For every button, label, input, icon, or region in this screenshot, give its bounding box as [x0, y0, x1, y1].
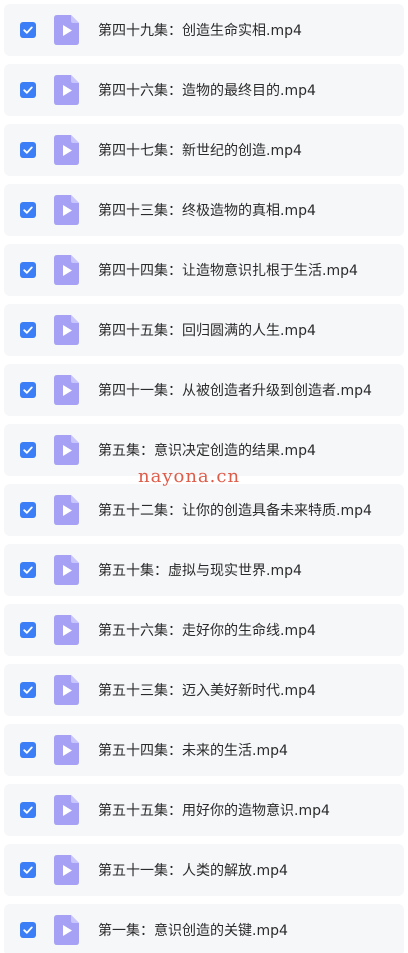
file-row[interactable]: 第四十四集：让造物意识扎根于生活.mp4 — [4, 244, 404, 296]
file-checkbox[interactable] — [20, 862, 36, 878]
file-checkbox[interactable] — [20, 442, 36, 458]
check-icon — [23, 386, 33, 394]
file-checkbox[interactable] — [20, 22, 36, 38]
video-file-icon — [54, 795, 79, 825]
video-file-icon — [54, 135, 79, 165]
file-row[interactable]: 第四十九集：创造生命实相.mp4 — [4, 4, 404, 56]
file-checkbox[interactable] — [20, 742, 36, 758]
file-checkbox[interactable] — [20, 502, 36, 518]
video-file-icon — [54, 495, 79, 525]
check-icon — [23, 866, 33, 874]
file-row[interactable]: 第五十集：虚拟与现实世界.mp4 — [4, 544, 404, 596]
file-name: 第五十一集：人类的解放.mp4 — [98, 863, 288, 879]
file-row[interactable]: 第五十一集：人类的解放.mp4 — [4, 844, 404, 896]
file-name: 第五十集：虚拟与现实世界.mp4 — [98, 563, 302, 579]
file-name: 第四十五集：回归圆满的人生.mp4 — [98, 323, 316, 339]
check-icon — [23, 86, 33, 94]
file-checkbox[interactable] — [20, 682, 36, 698]
check-icon — [23, 326, 33, 334]
check-icon — [23, 26, 33, 34]
check-icon — [23, 146, 33, 154]
check-icon — [23, 266, 33, 274]
file-name: 第四十七集：新世纪的创造.mp4 — [98, 143, 302, 159]
file-row[interactable]: 第一集：意识创造的关键.mp4 — [4, 904, 404, 953]
file-checkbox[interactable] — [20, 622, 36, 638]
check-icon — [23, 746, 33, 754]
file-row[interactable]: 第四十五集：回归圆满的人生.mp4 — [4, 304, 404, 356]
file-name: 第五十四集：未来的生活.mp4 — [98, 743, 288, 759]
file-name: 第四十一集：从被创造者升级到创造者.mp4 — [98, 383, 372, 399]
check-icon — [23, 686, 33, 694]
video-file-icon — [54, 735, 79, 765]
file-row[interactable]: 第四十七集：新世纪的创造.mp4 — [4, 124, 404, 176]
file-checkbox[interactable] — [20, 82, 36, 98]
video-file-icon — [54, 675, 79, 705]
file-checkbox[interactable] — [20, 562, 36, 578]
file-checkbox[interactable] — [20, 802, 36, 818]
check-icon — [23, 446, 33, 454]
file-checkbox[interactable] — [20, 142, 36, 158]
video-file-icon — [54, 375, 79, 405]
file-list: 第四十九集：创造生命实相.mp4 第四十六集：造物的最终目的.mp4 第四十七集：新… — [0, 0, 408, 953]
file-name: 第一集：意识创造的关键.mp4 — [98, 923, 288, 939]
file-name: 第五集：意识决定创造的结果.mp4 — [98, 443, 316, 459]
file-checkbox[interactable] — [20, 922, 36, 938]
file-name: 第四十六集：造物的最终目的.mp4 — [98, 83, 316, 99]
check-icon — [23, 206, 33, 214]
file-checkbox[interactable] — [20, 382, 36, 398]
video-file-icon — [54, 555, 79, 585]
file-name: 第五十五集：用好你的造物意识.mp4 — [98, 803, 330, 819]
video-file-icon — [54, 855, 79, 885]
check-icon — [23, 506, 33, 514]
file-row[interactable]: 第五十三集：迈入美好新时代.mp4 — [4, 664, 404, 716]
file-checkbox[interactable] — [20, 322, 36, 338]
video-file-icon — [54, 195, 79, 225]
file-row[interactable]: 第五十四集：未来的生活.mp4 — [4, 724, 404, 776]
video-file-icon — [54, 15, 79, 45]
file-checkbox[interactable] — [20, 202, 36, 218]
file-name: 第五十六集：走好你的生命线.mp4 — [98, 623, 316, 639]
file-name: 第五十三集：迈入美好新时代.mp4 — [98, 683, 316, 699]
file-row[interactable]: 第四十三集：终极造物的真相.mp4 — [4, 184, 404, 236]
video-file-icon — [54, 315, 79, 345]
video-file-icon — [54, 615, 79, 645]
check-icon — [23, 806, 33, 814]
file-row[interactable]: 第四十一集：从被创造者升级到创造者.mp4 — [4, 364, 404, 416]
file-name: 第四十九集：创造生命实相.mp4 — [98, 23, 302, 39]
file-row[interactable]: 第五十二集：让你的创造具备未来特质.mp4 — [4, 484, 404, 536]
file-name: 第五十二集：让你的创造具备未来特质.mp4 — [98, 503, 372, 519]
file-row[interactable]: 第四十六集：造物的最终目的.mp4 — [4, 64, 404, 116]
video-file-icon — [54, 435, 79, 465]
file-row[interactable]: 第五集：意识决定创造的结果.mp4 — [4, 424, 404, 476]
check-icon — [23, 566, 33, 574]
video-file-icon — [54, 75, 79, 105]
file-row[interactable]: 第五十五集：用好你的造物意识.mp4 — [4, 784, 404, 836]
video-file-icon — [54, 915, 79, 945]
file-name: 第四十四集：让造物意识扎根于生活.mp4 — [98, 263, 358, 279]
file-name: 第四十三集：终极造物的真相.mp4 — [98, 203, 316, 219]
file-row[interactable]: 第五十六集：走好你的生命线.mp4 — [4, 604, 404, 656]
video-file-icon — [54, 255, 79, 285]
file-checkbox[interactable] — [20, 262, 36, 278]
check-icon — [23, 926, 33, 934]
check-icon — [23, 626, 33, 634]
